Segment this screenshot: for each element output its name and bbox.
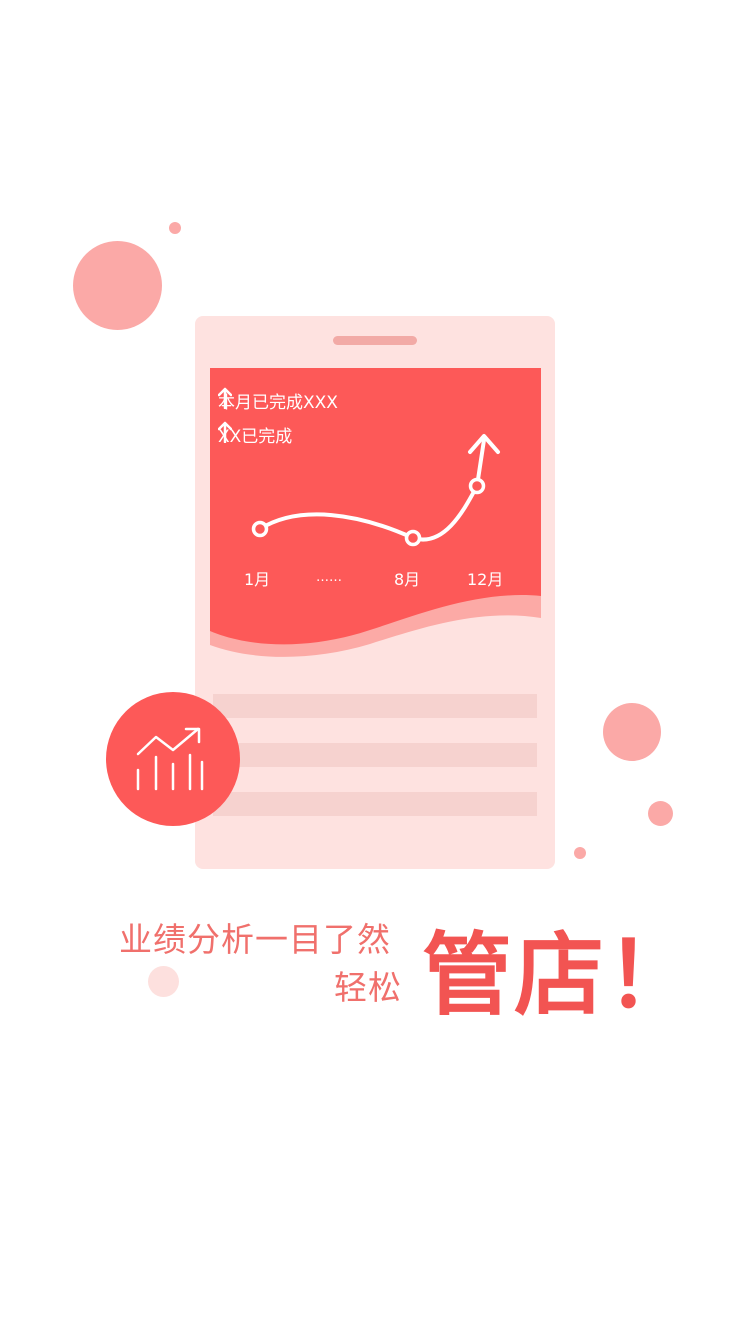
analytics-badge [106, 692, 240, 826]
decor-bubble-right-small [648, 801, 673, 826]
chart-point [251, 520, 269, 538]
decor-bubble-bottom [148, 966, 179, 997]
decor-bubble-large [73, 241, 162, 330]
chart-point [468, 477, 486, 495]
decor-bubble-right-tiny [574, 847, 586, 859]
x-tick-label: 1月 [244, 570, 271, 589]
x-tick-label: 8月 [394, 570, 421, 589]
phone-speaker [333, 336, 417, 345]
placeholder-row [213, 743, 537, 767]
placeholder-row [213, 792, 537, 816]
x-tick-label: …… [316, 570, 342, 585]
x-tick-label: 12月 [467, 570, 504, 589]
slogan-line-2: 轻松 [334, 968, 402, 1007]
placeholder-row [213, 694, 537, 718]
slogan-line-1: 业绩分析一目了然 [119, 920, 391, 959]
trend-line [258, 438, 486, 542]
decor-bubble-right [603, 703, 661, 761]
slogan-headline: 管店！ [422, 923, 698, 1028]
phone-illustration: 本月已完成XXX XX已完成 1月 …… 8月 12月 [195, 316, 555, 869]
performance-card: 本月已完成XXX XX已完成 1月 …… 8月 12月 [210, 368, 541, 658]
trend-chart-icon [136, 727, 204, 791]
trend-line-chart [251, 434, 500, 547]
decor-bubble-tiny [169, 222, 181, 234]
chart-point [404, 529, 422, 547]
